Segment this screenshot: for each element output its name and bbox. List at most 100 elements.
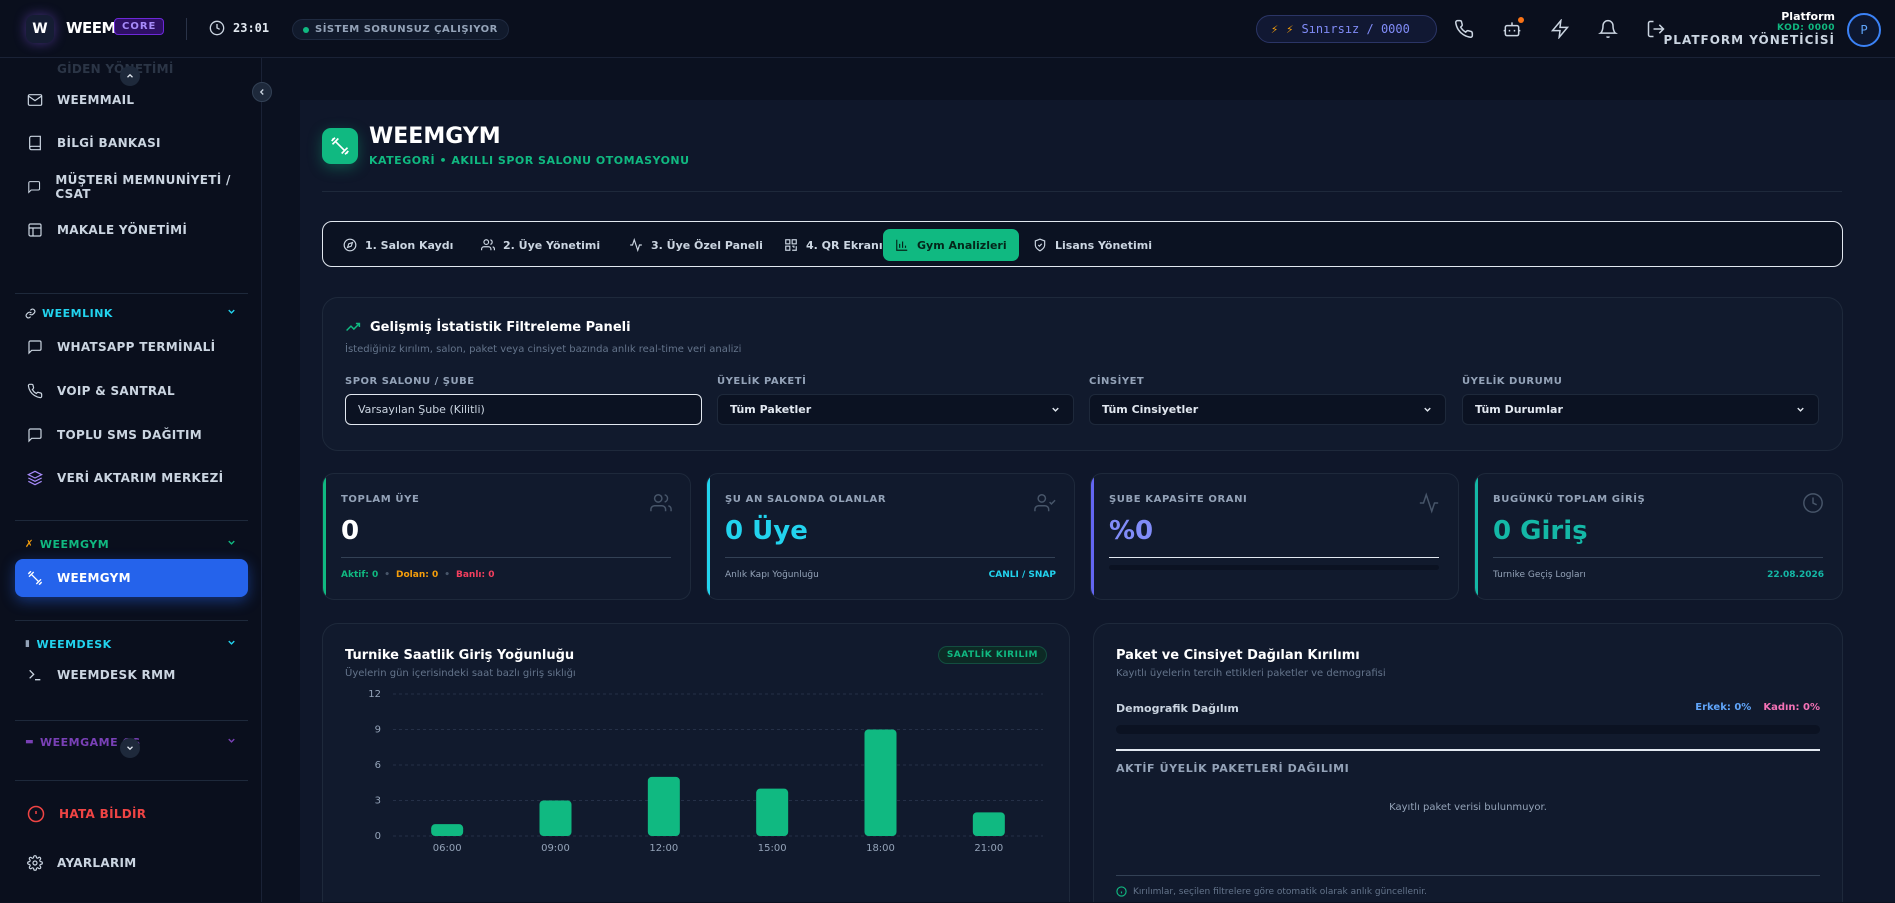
chart-bar[interactable]: [431, 824, 464, 836]
chart-bar[interactable]: [972, 812, 1005, 836]
report-bug-button[interactable]: HATA BİLDİR: [15, 795, 248, 833]
sidebar-item-sms[interactable]: TOPLU SMS DAĞITIM: [15, 416, 248, 454]
collapse-sidebar-button[interactable]: [252, 82, 272, 102]
activity-icon: [1419, 492, 1439, 514]
banned-count: Banlı: 0: [456, 570, 495, 580]
sidebar-item-label: VOIP & SANTRAL: [57, 384, 175, 398]
credit-pill[interactable]: ⚡ ⚡ Sınırsız / 0000: [1256, 15, 1437, 43]
stat-title: TOPLAM ÜYE: [341, 494, 420, 505]
group-weemlink[interactable]: WEEMLINK: [25, 304, 237, 322]
tab-label: 4. QR Ekranı: [806, 238, 883, 252]
scroll-down-button[interactable]: [120, 738, 140, 758]
clock-icon: [209, 20, 225, 36]
sidebar-item-whatsapp[interactable]: WHATSAPP TERMİNALİ: [15, 328, 248, 366]
layout-icon: [28, 223, 42, 237]
female-ratio: Kadın: 0%: [1763, 702, 1820, 713]
divider: [1493, 557, 1823, 558]
core-badge: CORE: [114, 18, 165, 35]
tab-uye-yonetimi[interactable]: 2. Üye Yönetimi: [469, 229, 612, 261]
tab-qr-ekrani[interactable]: 4. QR Ekranı: [772, 229, 895, 261]
stat-capacity: ŞUBE KAPASİTE ORANI %0: [1090, 473, 1459, 600]
sidebar-item-rmm[interactable]: WEEMDESK RMM: [15, 656, 248, 694]
x-tick-label: 21:00: [974, 843, 1003, 854]
sidebar-item-weemmail[interactable]: WEEMMAIL: [15, 81, 248, 119]
clock-time: 23:01: [233, 21, 270, 35]
group-weemdesk[interactable]: ▮ WEEMDESK: [25, 635, 237, 653]
phone-icon: [27, 383, 43, 399]
tab-uye-ozel-paneli[interactable]: 3. Üye Özel Paneli: [617, 229, 775, 261]
stat-value: %0: [1109, 516, 1154, 546]
bar-chart-icon: [896, 239, 908, 251]
layers-icon: [27, 470, 43, 486]
status-label: ÜYELİK DURUMU: [1462, 376, 1563, 387]
y-tick-label: 3: [375, 796, 381, 807]
tab-lisans-yonetimi[interactable]: Lisans Yönetimi: [1021, 229, 1164, 261]
chevron-down-icon: [1424, 407, 1431, 412]
page-subtitle: KATEGORİ • AKILLI SPOR SALONU OTOMASYONU: [369, 154, 690, 167]
accent-bar: [707, 474, 710, 599]
users-icon: [650, 494, 672, 512]
chart-bar[interactable]: [864, 729, 897, 837]
bell-icon[interactable]: [1596, 17, 1620, 41]
packages-title: AKTİF ÜYELİK PAKETLERİ DAĞILIMI: [1116, 762, 1350, 775]
accent-bar: [1475, 474, 1478, 599]
stat-today-entries: BUGÜNKÜ TOPLAM GİRİŞ 0 Giriş Turnike Geç…: [1474, 473, 1843, 600]
tab-salon-kaydi[interactable]: 1. Salon Kaydı: [331, 229, 465, 261]
credit-text: Sınırsız / 0000: [1301, 22, 1410, 36]
sidebar-item-label: WEEMGYM: [57, 571, 131, 585]
filter-title: Gelişmiş İstatistik Filtreleme Paneli: [370, 320, 631, 335]
branch-value: Varsayılan Şube (Kilitli): [358, 403, 485, 416]
chevron-down-icon: [1052, 407, 1059, 412]
bot-icon[interactable]: [1500, 17, 1524, 41]
chart-bar[interactable]: [539, 800, 572, 837]
app-logo[interactable]: W: [26, 15, 54, 43]
sidebar-item-data-transfer[interactable]: VERİ AKTARIM MERKEZİ: [15, 459, 248, 497]
divider: [322, 191, 1842, 192]
tab-label: 1. Salon Kaydı: [365, 238, 454, 252]
x-tick-label: 06:00: [433, 843, 462, 854]
sidebar-item-csat[interactable]: MÜŞTERİ MEMNUNİYETİ / CSAT: [15, 168, 248, 206]
gear-icon: [27, 855, 43, 871]
lightning-icon[interactable]: [1548, 17, 1572, 41]
message-icon: [28, 428, 42, 443]
phone-icon[interactable]: [1452, 17, 1476, 41]
live-tag: CANLI / SNAP: [988, 570, 1056, 580]
chat-icon: [28, 340, 42, 355]
y-tick-label: 6: [375, 760, 381, 771]
book-icon: [29, 135, 41, 151]
report-label: HATA BİLDİR: [59, 807, 147, 821]
tab-label: 3. Üye Özel Paneli: [651, 238, 763, 252]
sidebar-item-label: MÜŞTERİ MEMNUNİYETİ / CSAT: [55, 173, 231, 201]
avatar[interactable]: P: [1847, 13, 1881, 47]
chart-bar[interactable]: [756, 788, 789, 836]
divider: [1116, 749, 1820, 751]
status-select[interactable]: Tüm Durumlar: [1462, 394, 1819, 425]
package-select[interactable]: Tüm Paketler: [717, 394, 1074, 425]
bolt-icon: ⚡: [1271, 22, 1279, 36]
divider: [341, 557, 671, 558]
sidebar-item-articles[interactable]: MAKALE YÖNETİMİ: [15, 211, 248, 249]
tab-bar: 1. Salon Kaydı 2. Üye Yönetimi 3. Üye Öz…: [322, 221, 1843, 267]
settings-button[interactable]: AYARLARIM: [15, 844, 248, 882]
status-value: Tüm Durumlar: [1475, 403, 1563, 416]
info-note: Kırılımlar, seçilen filtrelere göre otom…: [1116, 886, 1427, 897]
package-value: Tüm Paketler: [730, 403, 812, 416]
sidebar-item-knowledge[interactable]: BİLGİ BANKASI: [15, 124, 248, 162]
tab-gym-analizleri[interactable]: Gym Analizleri: [883, 229, 1019, 261]
gender-select[interactable]: Tüm Cinsiyetler: [1089, 394, 1446, 425]
breakdown-subtitle: Kayıtlı üyelerin tercih ettikleri paketl…: [1116, 668, 1386, 679]
status-dot-icon: [303, 26, 309, 33]
stat-breakdown: Aktif: 0 • Dolan: 0 • Banlı: 0: [341, 570, 495, 580]
divider: [15, 293, 248, 294]
divider: [1109, 557, 1439, 558]
chart-bar[interactable]: [647, 776, 680, 836]
branch-field[interactable]: Varsayılan Şube (Kilitli): [345, 394, 702, 425]
divider: [15, 780, 248, 781]
group-weemgym[interactable]: ✗ WEEMGYM: [25, 535, 237, 553]
active-count: Aktif: 0: [341, 570, 379, 580]
sidebar-item-weemgym[interactable]: WEEMGYM: [15, 559, 248, 597]
sidebar: GİDEN YÖNETİMİ WEEMMAIL BİLGİ BANKASI MÜ…: [0, 58, 262, 902]
sidebar-item-label: TOPLU SMS DAĞITIM: [57, 428, 202, 442]
user-info[interactable]: Platform KOD: 0000 PLATFORM YÖNETİCİSİ: [1664, 10, 1835, 47]
sidebar-item-voip[interactable]: VOIP & SANTRAL: [15, 372, 248, 410]
